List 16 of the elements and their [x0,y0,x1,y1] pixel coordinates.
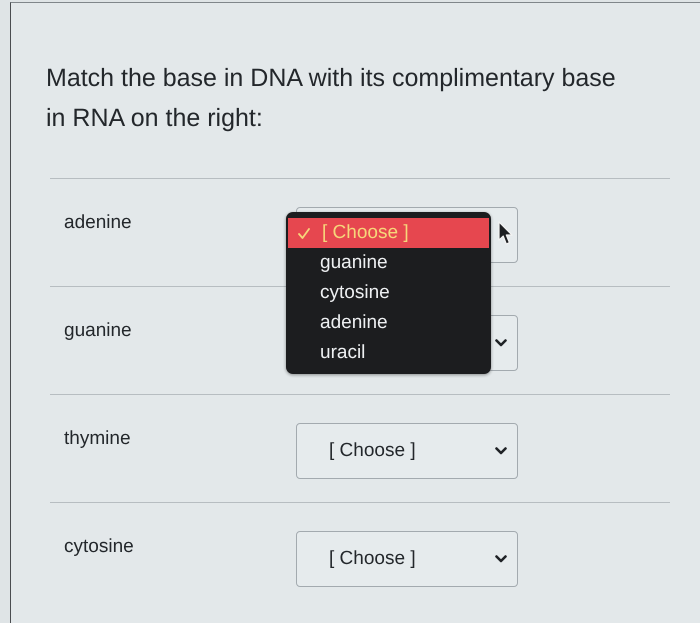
chevron-down-icon [495,555,507,563]
chevron-down-icon [495,447,507,455]
menu-option[interactable]: cytosine [286,278,491,308]
term-label: adenine [64,211,132,235]
check-icon [298,228,310,238]
mouse-pointer-icon [498,221,513,246]
term-label: guanine [64,319,132,343]
menu-option[interactable]: uracil [286,338,491,368]
term-label: cytosine [64,535,134,559]
chevron-down-icon [495,339,507,347]
dropdown-select[interactable]: [ Choose ] [296,531,518,587]
question-text: Match the base in DNA with its complimentary base in RNA on the right: [46,63,617,134]
menu-option[interactable]: adenine [286,308,491,338]
term-label: thymine [64,427,131,451]
menu-option[interactable]: guanine [286,248,491,278]
dropdown-select[interactable]: [ Choose ] [296,423,518,479]
